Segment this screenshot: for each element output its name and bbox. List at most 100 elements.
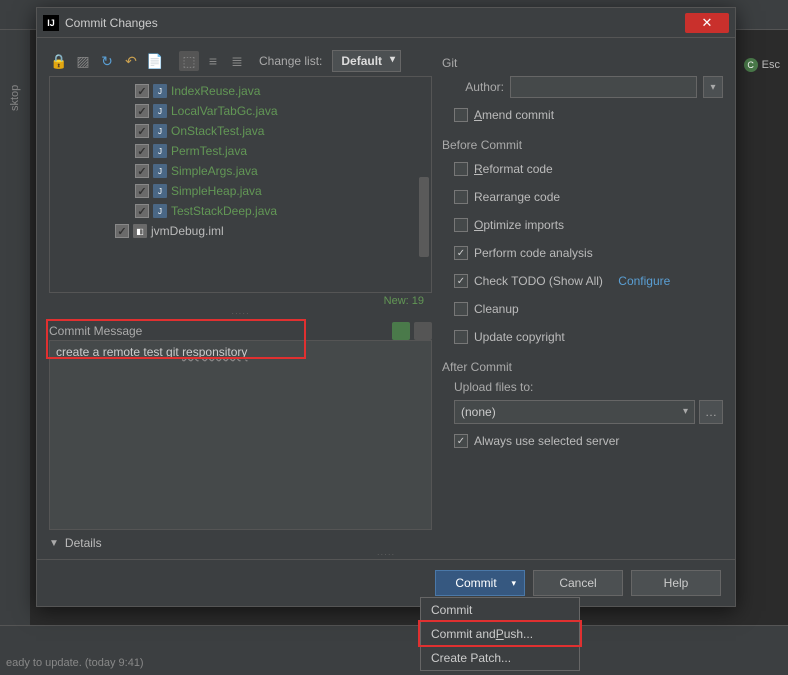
new-changelist-icon[interactable]: 📄 <box>145 51 165 71</box>
chevron-down-icon: ▼ <box>49 538 59 549</box>
file-checkbox[interactable]: ✓ <box>135 144 149 158</box>
todo-checkbox[interactable] <box>454 274 468 288</box>
file-checkbox[interactable]: ✓ <box>115 224 129 238</box>
optimize-checkbox[interactable] <box>454 218 468 232</box>
history-icon[interactable] <box>414 322 432 340</box>
analysis-checkbox[interactable] <box>454 246 468 260</box>
always-server-checkbox[interactable] <box>454 434 468 448</box>
java-file-icon: J <box>153 184 167 198</box>
file-tree[interactable]: ✓JIndexReuse.java✓JLocalVarTabGc.java✓JO… <box>49 76 432 293</box>
ide-left-gutter: sktop <box>0 30 30 675</box>
cleanup-checkbox[interactable] <box>454 302 468 316</box>
file-checkbox[interactable]: ✓ <box>135 124 149 138</box>
reformat-checkbox[interactable] <box>454 162 468 176</box>
file-row[interactable]: ✓ J LocalVarTabGc.java <box>50 101 431 121</box>
close-button[interactable]: ✕ <box>685 13 729 33</box>
amend-checkbox[interactable] <box>454 108 468 122</box>
file-row[interactable]: ✓ J PermTest.java <box>50 141 431 161</box>
esc-hint: C Esc <box>744 58 780 72</box>
copyright-row[interactable]: Update copyright <box>454 326 723 348</box>
java-file-icon: J <box>153 104 167 118</box>
file-name: IndexReuse.java <box>171 84 260 98</box>
status-text: eady to update. (today 9:41) <box>6 657 144 669</box>
file-name: SimpleArgs.java <box>171 164 258 178</box>
commit-button[interactable]: Commit <box>435 570 525 596</box>
rearrange-row[interactable]: Rearrange code <box>454 186 723 208</box>
changes-toolbar: 🔒 ▨ ↻ ↶ 📄 ⬚ ≡ ≣ Change list: Default <box>49 46 432 76</box>
rearrange-checkbox[interactable] <box>454 190 468 204</box>
configure-link[interactable]: Configure <box>618 274 670 288</box>
file-name: TestStackDeep.java <box>171 204 277 218</box>
diff-icon[interactable]: ▨ <box>73 51 93 71</box>
file-name: PermTest.java <box>171 144 247 158</box>
menu-create-patch[interactable]: Create Patch... <box>421 646 579 670</box>
revert-icon[interactable]: ↶ <box>121 51 141 71</box>
file-row[interactable]: ✓◧jvmDebug.iml <box>50 221 431 241</box>
file-row[interactable]: ✓ J OnStackTest.java <box>50 121 431 141</box>
upload-select[interactable]: (none) <box>454 400 695 424</box>
file-row[interactable]: ✓ J SimpleHeap.java <box>50 181 431 201</box>
menu-commit-push[interactable]: Commit and Push... <box>421 622 579 646</box>
file-row[interactable]: ✓ J TestStackDeep.java <box>50 201 431 221</box>
java-file-icon: J <box>153 144 167 158</box>
lock-icon[interactable]: 🔒 <box>49 51 69 71</box>
reformat-row[interactable]: Reformat code <box>454 158 723 180</box>
file-name: jvmDebug.iml <box>151 224 224 238</box>
java-file-icon: J <box>153 124 167 138</box>
scrollbar-thumb[interactable] <box>419 177 429 257</box>
change-list-dropdown[interactable]: Default <box>332 50 401 72</box>
file-checkbox[interactable]: ✓ <box>135 84 149 98</box>
before-commit-section: Before Commit <box>442 138 723 152</box>
commit-message-misspell: responsitory <box>182 345 247 359</box>
file-name: OnStackTest.java <box>171 124 264 138</box>
author-dropdown-button[interactable]: ▾ <box>703 76 723 98</box>
file-name: SimpleHeap.java <box>171 184 262 198</box>
dialog-title: Commit Changes <box>65 16 685 30</box>
file-name: LocalVarTabGc.java <box>171 104 278 118</box>
todo-row[interactable]: Check TODO (Show All) Configure <box>454 270 723 292</box>
expand-icon[interactable]: ≡ <box>203 51 223 71</box>
file-row[interactable]: ✓ J IndexReuse.java <box>50 81 431 101</box>
refresh-icon[interactable]: ↻ <box>97 51 117 71</box>
help-button[interactable]: Help <box>631 570 721 596</box>
resize-grip-bottom[interactable]: ····· <box>37 550 735 559</box>
commit-message-text: create a remote test git <box>56 345 182 359</box>
commit-message-label: Commit Message <box>49 324 142 338</box>
titlebar[interactable]: IJ Commit Changes ✕ <box>37 8 735 38</box>
collapse-icon[interactable]: ≣ <box>227 51 247 71</box>
after-commit-section: After Commit <box>442 360 723 374</box>
java-file-icon: J <box>153 204 167 218</box>
amend-checkbox-row[interactable]: AAmend commitmend commit <box>454 104 723 126</box>
java-file-icon: J <box>153 84 167 98</box>
git-section: Git <box>442 56 723 70</box>
file-row[interactable]: ✓ J SimpleArgs.java <box>50 161 431 181</box>
details-toggle[interactable]: ▼ Details <box>49 536 432 550</box>
menu-commit[interactable]: Commit <box>421 598 579 622</box>
button-bar: Commit Cancel Help <box>37 559 735 606</box>
file-checkbox[interactable]: ✓ <box>135 164 149 178</box>
spellcheck-icon[interactable] <box>392 322 410 340</box>
commit-dropdown-menu: Commit Commit and Push... Create Patch..… <box>420 597 580 671</box>
commit-message-textarea[interactable]: create a remote test git responsitory <box>49 340 432 530</box>
upload-browse-button[interactable]: … <box>699 400 723 424</box>
optimize-row[interactable]: Optimize imports <box>454 214 723 236</box>
analysis-row[interactable]: Perform code analysis <box>454 242 723 264</box>
author-input[interactable] <box>510 76 697 98</box>
new-files-count: New: 19 <box>49 293 432 309</box>
change-list-label: Change list: <box>259 54 322 68</box>
copyright-checkbox[interactable] <box>454 330 468 344</box>
file-checkbox[interactable]: ✓ <box>135 184 149 198</box>
group-icon[interactable]: ⬚ <box>179 51 199 71</box>
upload-label: Upload files to: <box>454 380 723 394</box>
esc-icon: C <box>744 58 758 72</box>
resize-grip[interactable]: ····· <box>49 309 432 318</box>
always-server-row[interactable]: Always use selected server <box>454 430 723 452</box>
left-tab-label: sktop <box>9 81 21 111</box>
app-icon: IJ <box>43 15 59 31</box>
commit-dialog: IJ Commit Changes ✕ 🔒 ▨ ↻ ↶ 📄 ⬚ ≡ ≣ Chan… <box>36 7 736 607</box>
cancel-button[interactable]: Cancel <box>533 570 623 596</box>
file-checkbox[interactable]: ✓ <box>135 204 149 218</box>
cleanup-row[interactable]: Cleanup <box>454 298 723 320</box>
java-file-icon: J <box>153 164 167 178</box>
file-checkbox[interactable]: ✓ <box>135 104 149 118</box>
